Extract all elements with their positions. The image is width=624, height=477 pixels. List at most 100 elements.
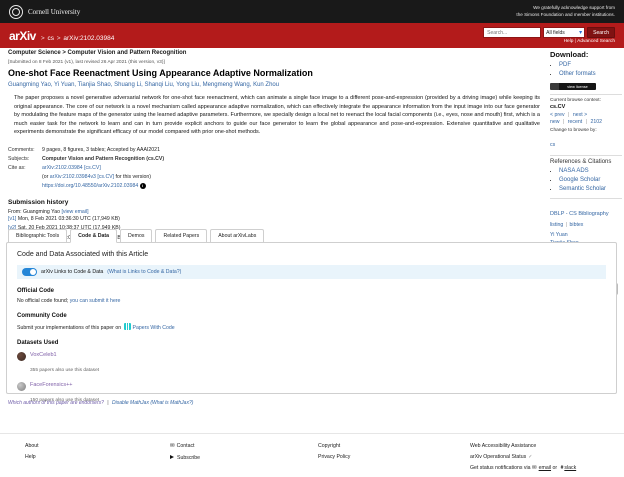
breadcrumb-cs-link[interactable]: cs: [47, 35, 54, 42]
meta-row-cite: Cite as: arXiv:2102.03984 [cs.CV] (or ar…: [8, 164, 544, 191]
status-check-icon: ✓: [528, 454, 532, 460]
official-code-text: No official code found;: [17, 298, 70, 304]
footer-privacy-link[interactable]: Privacy Policy: [318, 454, 350, 460]
browse-new-link[interactable]: new: [550, 119, 560, 125]
submit-code-link[interactable]: you can submit it here: [70, 298, 121, 304]
faceforensics-link[interactable]: FaceForensics++: [30, 382, 99, 388]
license-badge-label: view license: [559, 83, 596, 90]
google-scholar-link[interactable]: Google Scholar: [559, 177, 600, 183]
abstract-text: The paper proposes a novel generative ad…: [14, 94, 540, 137]
article-main: Computer Science > Computer Vision and P…: [0, 50, 544, 243]
papers-with-code-icon[interactable]: [124, 323, 131, 330]
help-link[interactable]: Help: [564, 39, 574, 44]
list-item: Other formats: [559, 70, 622, 79]
envelope-icon: ✉: [170, 443, 175, 449]
support-acknowledgement: We gratefully acknowledge support from t…: [516, 5, 615, 19]
dataset-row: FaceForensics++ 150 papers also use this…: [17, 382, 606, 406]
author-link[interactable]: Guangming Yao: [8, 82, 54, 88]
voxceleb1-usage: 355 papers also use this dataset: [30, 368, 99, 373]
subjects-value: Computer Vision and Pattern Recognition …: [42, 155, 164, 164]
voxceleb1-avatar: [17, 352, 26, 361]
footer-help-link[interactable]: Help: [25, 454, 36, 460]
comments-label: Comments:: [8, 146, 42, 155]
subjects-label: Subjects:: [8, 155, 42, 164]
header-breadcrumb: > cs > arXiv:2102.03984: [40, 35, 115, 42]
author-link[interactable]: Yi Yuan: [54, 82, 78, 88]
list-item: Google Scholar: [559, 176, 622, 185]
divider: [550, 198, 622, 199]
tab-bibliographic-tools[interactable]: Bibliographic Tools: [8, 229, 67, 243]
cornell-university-link[interactable]: Cornell University: [28, 8, 80, 16]
or-text: or: [552, 465, 557, 471]
submission-dateline: [Submitted on 8 Feb 2021 (v1), last revi…: [8, 60, 544, 65]
panel-title: Code and Data Associated with this Artic…: [17, 251, 606, 258]
footer-status-link[interactable]: arXiv Operational Status: [470, 454, 526, 460]
nav-divider: |: [568, 112, 569, 118]
author-link[interactable]: Mengmeng Wang: [203, 82, 253, 88]
what-is-links-link[interactable]: (What is Links to Code & Data?): [107, 269, 181, 275]
submission-history-heading: Submission history: [8, 199, 544, 206]
author-link[interactable]: Kun Zhou: [253, 82, 279, 88]
next-link[interactable]: next >: [573, 112, 587, 118]
author-link[interactable]: Tianjia Shao: [78, 82, 114, 88]
cite-version-link[interactable]: arXiv:2102.03984v3 [cs.CV]: [50, 174, 114, 180]
email-notifications-link[interactable]: email: [539, 465, 551, 471]
divider: [550, 155, 622, 156]
page-title: One-shot Face Reenactment Using Appearan…: [8, 68, 544, 78]
tab-demos[interactable]: Demos: [120, 229, 152, 243]
author-link[interactable]: Shuang Li: [114, 82, 144, 88]
dataset-row: VoxCeleb1 355 papers also use this datas…: [17, 352, 606, 376]
license-badge-icon: [550, 83, 559, 90]
author-link[interactable]: Yong Liu: [176, 82, 202, 88]
footer-subscribe-link[interactable]: Subscribe: [177, 455, 200, 461]
browse-cs-link[interactable]: cs: [550, 142, 555, 148]
breadcrumb-arxiv-id-link[interactable]: arXiv:2102.03984: [63, 35, 114, 42]
author-link[interactable]: Shanqi Liu: [145, 82, 177, 88]
labs-tabs: Bibliographic Tools Code & Data Demos Re…: [8, 228, 617, 242]
prev-link[interactable]: < prev: [550, 112, 565, 118]
tab-code-and-data[interactable]: Code & Data: [70, 229, 117, 243]
cite-arxiv-link[interactable]: arXiv:2102.03984 [cs.CV]: [42, 165, 101, 171]
search-field-value: All fields: [546, 30, 565, 36]
papers-with-code-link[interactable]: Papers With Code: [133, 325, 175, 331]
search-button[interactable]: Search: [587, 27, 615, 38]
cornell-seal-logo[interactable]: [9, 5, 23, 19]
download-pdf-link[interactable]: PDF: [559, 62, 571, 68]
official-code-heading: Official Code: [17, 288, 606, 294]
doi-link[interactable]: https://doi.org/10.48550/arXiv.2102.0398…: [42, 183, 138, 189]
community-code-text: Submit your implementations of this pape…: [17, 325, 121, 331]
meta-row-subjects: Subjects: Computer Vision and Pattern Re…: [8, 155, 544, 164]
license-badge[interactable]: view license: [550, 83, 596, 90]
footer-accessibility-link[interactable]: Web Accessibility Assistance: [470, 443, 536, 449]
dblp-heading-link[interactable]: DBLP - CS Bibliography: [550, 211, 609, 217]
subscribe-icon: [170, 455, 174, 459]
browse-context-heading: Current browse context:: [550, 98, 622, 103]
footer-copyright-link[interactable]: Copyright: [318, 443, 340, 449]
advanced-search-link[interactable]: Advanced Search: [577, 39, 615, 44]
search-field-selector[interactable]: All fields ▾: [543, 27, 585, 38]
meta-row-comments: Comments: 9 pages, 8 figures, 3 tables; …: [8, 146, 544, 155]
search-input[interactable]: [483, 27, 541, 38]
cite-version-prefix: (or: [42, 174, 50, 180]
tab-about-arxivlabs[interactable]: About arXivLabs: [210, 229, 264, 243]
faceforensics-avatar: [17, 382, 26, 391]
info-icon[interactable]: i: [140, 183, 146, 189]
voxceleb1-link[interactable]: VoxCeleb1: [30, 352, 99, 358]
tab-related-papers[interactable]: Related Papers: [155, 229, 207, 243]
meta-table: Comments: 9 pages, 8 figures, 3 tables; …: [8, 146, 544, 191]
slack-notifications-link[interactable]: slack: [564, 465, 576, 471]
slack-icon: #: [561, 465, 564, 471]
version-v1-link[interactable]: [v1]: [8, 216, 16, 222]
arxiv-logo[interactable]: arXiv: [9, 29, 36, 43]
browse-recent-link[interactable]: recent: [568, 119, 582, 125]
semantic-scholar-link[interactable]: Semantic Scholar: [559, 186, 606, 192]
browse-2102-link[interactable]: 2102: [590, 119, 602, 125]
links-to-code-toggle[interactable]: [22, 268, 37, 276]
footer-contact-link[interactable]: Contact: [177, 443, 195, 449]
faceforensics-usage: 150 papers also use this dataset: [30, 398, 99, 403]
footer: About Help ✉Contact Subscribe Copyright …: [0, 433, 624, 477]
community-code-heading: Community Code: [17, 313, 606, 319]
nasa-ads-link[interactable]: NASA ADS: [559, 168, 589, 174]
footer-about-link[interactable]: About: [25, 443, 39, 449]
other-formats-link[interactable]: Other formats: [559, 71, 596, 77]
